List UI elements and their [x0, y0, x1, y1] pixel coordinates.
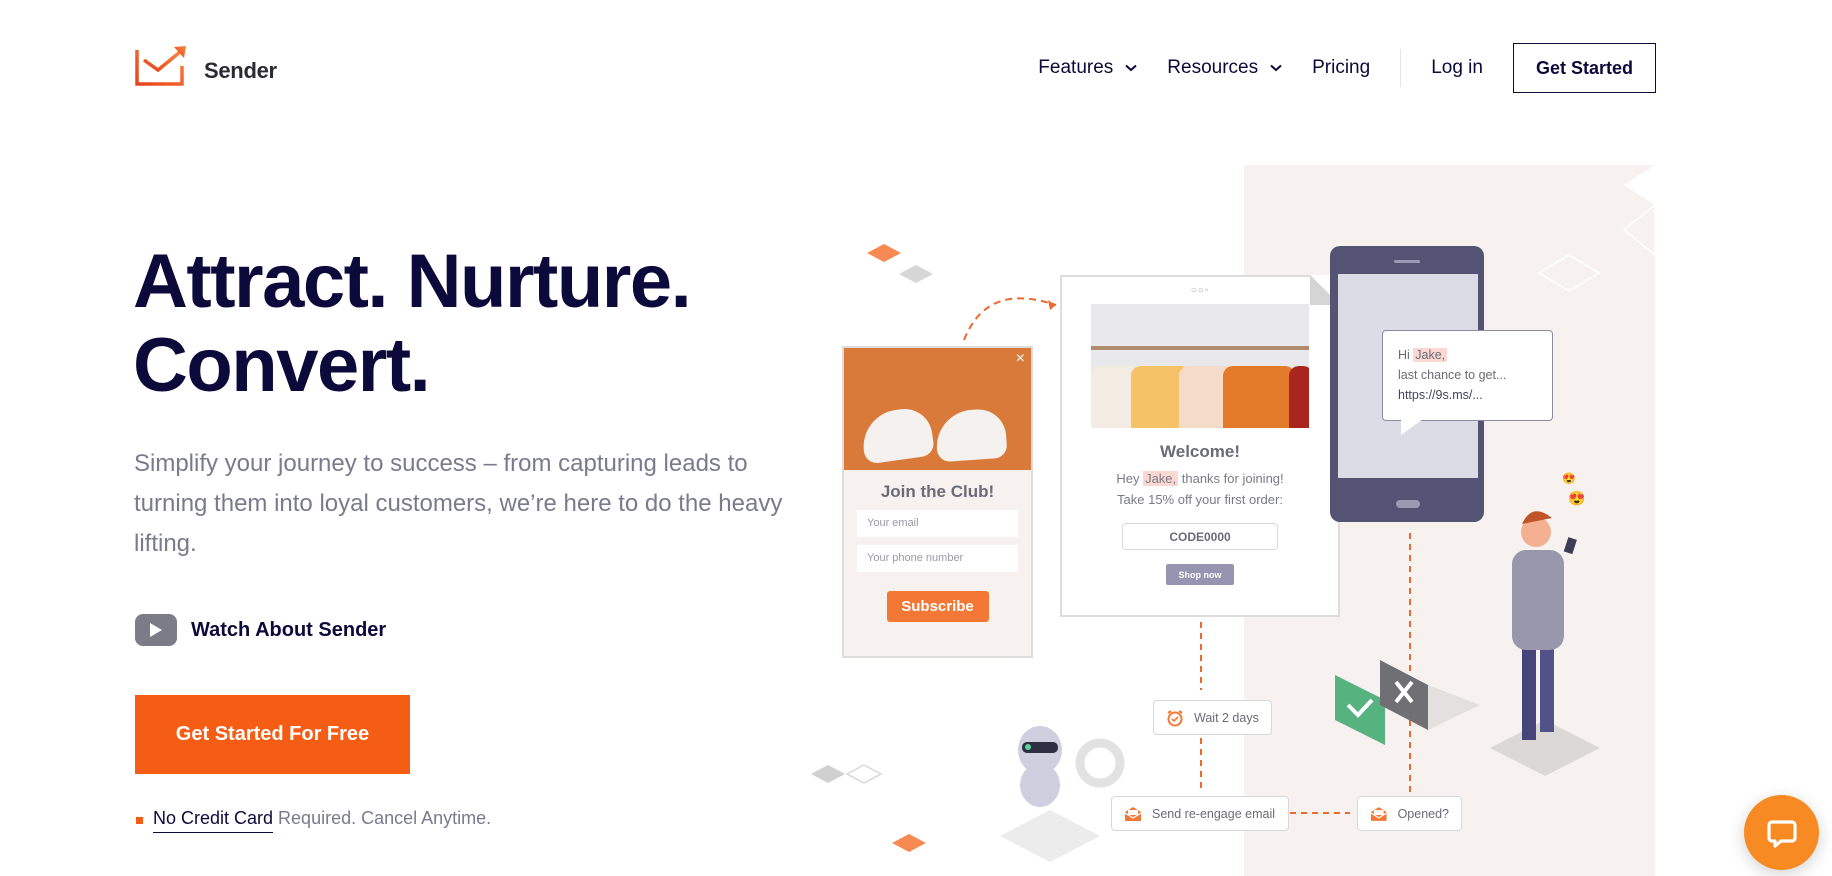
- svg-text:😍: 😍: [1568, 490, 1585, 506]
- sms-greeting: Hi: [1398, 348, 1414, 362]
- svg-text:😍: 😍: [1562, 472, 1576, 485]
- clothing-rack-image: [1091, 304, 1309, 428]
- bullet-square: [136, 817, 143, 824]
- popup-email-field[interactable]: Your email: [857, 510, 1018, 537]
- nav-features-label: Features: [1038, 57, 1114, 78]
- gray-diamond: [899, 265, 933, 283]
- hero-subtitle: Simplify your journey to success – from …: [134, 450, 783, 557]
- gray-diamond: [811, 765, 845, 783]
- sms-bubble: Hi Jake, last chance to get... https://9…: [1382, 330, 1553, 435]
- subscribe-button[interactable]: Subscribe: [886, 591, 989, 622]
- nav-pricing-label: Pricing: [1312, 57, 1371, 78]
- get-started-free-button[interactable]: Get Started For Free: [135, 695, 410, 774]
- sms-link: https://9s.ms/...: [1398, 388, 1483, 402]
- nav-resources-label: Resources: [1167, 57, 1259, 78]
- chat-bubble-icon: [1766, 819, 1797, 848]
- get-started-button[interactable]: Get Started: [1512, 43, 1656, 93]
- email-offer: Take 15% off your first order:: [1117, 492, 1283, 507]
- email-title: Welcome!: [1160, 442, 1240, 461]
- flow-wait: Wait 2 days: [1153, 700, 1272, 735]
- flow-wait-label: Wait 2 days: [1194, 710, 1259, 725]
- chevron-down-icon: [1270, 64, 1282, 72]
- welcome-email-card: ○○◦ Welcome! Hey Jake, thanks for joinin…: [1060, 275, 1340, 617]
- hero-title: Attract. Nurture. Convert.: [133, 239, 692, 408]
- logo[interactable]: Sender: [134, 44, 277, 88]
- robot-body: [1020, 763, 1060, 807]
- alarm-clock-icon: [1167, 709, 1183, 726]
- login-link[interactable]: Log in: [1431, 57, 1483, 79]
- nav-features[interactable]: Features: [1038, 57, 1137, 79]
- no-credit-card-rest: Required. Cancel Anytime.: [278, 808, 492, 828]
- shop-now-button[interactable]: Shop now: [1166, 564, 1234, 585]
- no-credit-card-link[interactable]: No Credit Card: [153, 808, 274, 833]
- flow-opened-label: Opened?: [1397, 806, 1449, 821]
- outline-diamond: [845, 764, 883, 784]
- watch-video-link[interactable]: Watch About Sender: [135, 614, 386, 646]
- recipient-name: Jake,: [1143, 471, 1179, 486]
- orange-diamond: [867, 244, 901, 262]
- close-icon[interactable]: ×: [1016, 350, 1025, 368]
- carousel-dots: ○○◦: [1190, 285, 1210, 296]
- nav-resources[interactable]: Resources: [1167, 57, 1282, 79]
- nav-pricing[interactable]: Pricing: [1312, 57, 1370, 79]
- flow-opened: Opened?: [1357, 796, 1462, 831]
- chevron-down-icon: [1125, 64, 1137, 72]
- sms-name: Jake,: [1413, 348, 1448, 362]
- envelope-icon: [1124, 806, 1142, 821]
- envelope-icon: [1370, 806, 1387, 821]
- no-credit-card-note: No Credit Card Required. Cancel Anytime.: [136, 808, 491, 833]
- orange-diamond: [892, 834, 926, 852]
- sms-text: last chance to get...: [1398, 368, 1507, 382]
- site-header: Sender Features Resources Pricing Log in…: [0, 0, 1832, 130]
- phone-home-button: [1396, 500, 1420, 508]
- signup-popup: × Join the Club! Your email Your phone n…: [842, 346, 1033, 658]
- nav-divider: [1400, 49, 1402, 87]
- live-chat-button[interactable]: [1744, 795, 1819, 870]
- flow-send: Send re-engage email: [1111, 796, 1289, 831]
- hero-illustration: 😍 😍 × Join the Club! Your email Your pho…: [800, 160, 1832, 876]
- flow-send-label: Send re-engage email: [1152, 806, 1275, 821]
- play-icon: [135, 614, 177, 646]
- sender-logo-icon: [135, 46, 186, 86]
- watch-video-label: Watch About Sender: [191, 618, 387, 641]
- popup-title: Join the Club!: [880, 482, 995, 501]
- hero-title-line2: Convert.: [133, 323, 431, 408]
- dashed-arrow: [963, 297, 1057, 341]
- sneakers-image: ×: [844, 348, 1031, 470]
- coupon-code: CODE0000: [1122, 523, 1278, 550]
- logo-text: Sender: [204, 58, 277, 83]
- email-body: Hey Jake, thanks for joining! Take 15% o…: [1062, 468, 1338, 510]
- email-thanks: thanks for joining!: [1178, 471, 1284, 486]
- person-torso: [1512, 550, 1564, 650]
- main-nav: Features Resources Pricing Log in Get St…: [1038, 43, 1656, 93]
- popup-phone-field[interactable]: Your phone number: [857, 545, 1018, 572]
- hero-title-line1: Attract. Nurture.: [133, 239, 692, 324]
- robot-shadow: [1000, 810, 1100, 862]
- email-greeting: Hey: [1116, 471, 1144, 486]
- person-leg: [1522, 640, 1536, 740]
- gear-icon: [1075, 738, 1125, 788]
